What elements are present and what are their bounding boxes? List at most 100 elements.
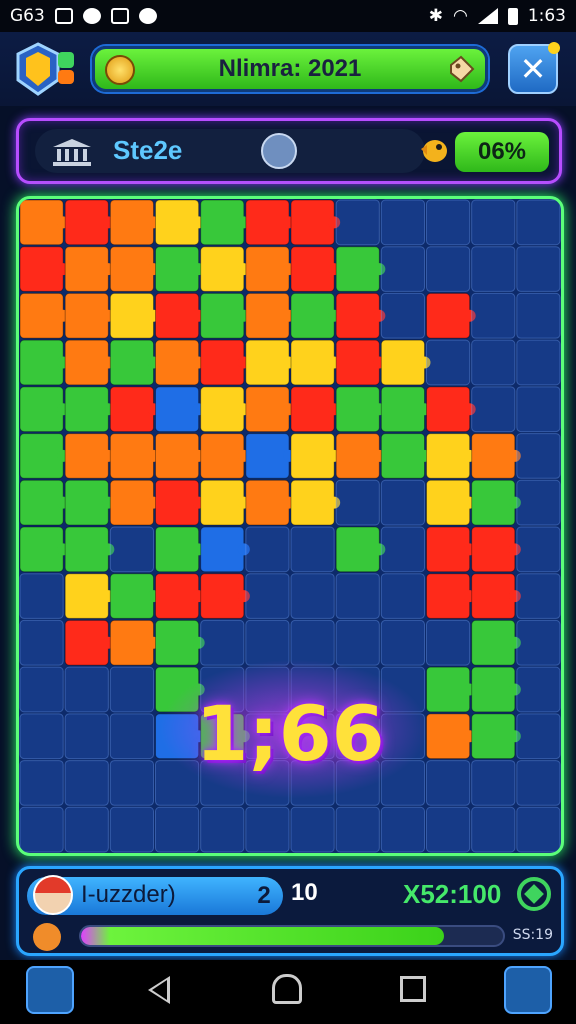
puzzle-piece[interactable]	[380, 386, 426, 433]
puzzle-piece[interactable]	[200, 479, 245, 526]
puzzle-piece[interactable]	[155, 479, 200, 526]
puzzle-piece[interactable]	[155, 573, 200, 619]
refresh-icon[interactable]	[517, 877, 551, 911]
puzzle-piece[interactable]	[380, 433, 426, 479]
empty-slot[interactable]	[200, 806, 245, 853]
empty-slot[interactable]	[516, 246, 561, 292]
puzzle-piece[interactable]	[335, 246, 380, 292]
puzzle-piece[interactable]	[200, 199, 245, 246]
empty-slot[interactable]	[380, 526, 426, 573]
puzzle-piece[interactable]	[64, 386, 109, 433]
puzzle-piece[interactable]	[155, 619, 200, 666]
empty-slot[interactable]	[155, 806, 200, 853]
puzzle-piece[interactable]	[155, 199, 200, 246]
empty-slot[interactable]	[19, 619, 64, 666]
empty-slot[interactable]	[426, 619, 471, 666]
tag-icon[interactable]	[447, 55, 475, 83]
puzzle-piece[interactable]	[109, 339, 155, 386]
puzzle-piece[interactable]	[245, 339, 290, 386]
puzzle-piece[interactable]	[155, 433, 200, 479]
puzzle-piece[interactable]	[64, 339, 109, 386]
empty-slot[interactable]	[516, 573, 561, 619]
puzzle-piece[interactable]	[109, 199, 155, 246]
puzzle-piece[interactable]	[200, 386, 245, 433]
empty-slot[interactable]	[516, 619, 561, 666]
puzzle-piece[interactable]	[290, 199, 335, 246]
puzzle-piece[interactable]	[471, 433, 516, 479]
puzzle-piece[interactable]	[19, 246, 64, 292]
empty-slot[interactable]	[290, 806, 335, 853]
empty-slot[interactable]	[200, 619, 245, 666]
empty-slot[interactable]	[471, 246, 516, 292]
puzzle-piece[interactable]	[155, 292, 200, 339]
puzzle-piece[interactable]	[245, 292, 290, 339]
empty-slot[interactable]	[516, 199, 561, 246]
puzzle-piece[interactable]	[19, 292, 64, 339]
empty-slot[interactable]	[335, 806, 380, 853]
puzzle-piece[interactable]	[200, 292, 245, 339]
recent-apps-icon[interactable]	[400, 976, 426, 1002]
empty-slot[interactable]	[380, 199, 426, 246]
puzzle-piece[interactable]	[290, 479, 335, 526]
empty-slot[interactable]	[471, 292, 516, 339]
puzzle-piece[interactable]	[109, 246, 155, 292]
puzzle-piece[interactable]	[335, 339, 380, 386]
empty-slot[interactable]	[335, 573, 380, 619]
puzzle-piece[interactable]	[471, 479, 516, 526]
puzzle-piece[interactable]	[200, 433, 245, 479]
puzzle-piece[interactable]	[109, 386, 155, 433]
empty-slot[interactable]	[471, 386, 516, 433]
empty-slot[interactable]	[109, 526, 155, 573]
menu-button[interactable]	[26, 966, 74, 1014]
back-icon[interactable]	[148, 976, 170, 1004]
empty-slot[interactable]	[245, 573, 290, 619]
empty-slot[interactable]	[335, 619, 380, 666]
empty-slot[interactable]	[64, 806, 109, 853]
puzzle-piece[interactable]	[19, 386, 64, 433]
puzzle-piece[interactable]	[155, 526, 200, 573]
empty-slot[interactable]	[471, 806, 516, 853]
puzzle-piece[interactable]	[64, 573, 109, 619]
puzzle-piece[interactable]	[290, 339, 335, 386]
empty-slot[interactable]	[426, 339, 471, 386]
puzzle-piece[interactable]	[335, 292, 380, 339]
puzzle-piece[interactable]	[155, 386, 200, 433]
puzzle-piece[interactable]	[426, 526, 471, 573]
puzzle-piece[interactable]	[155, 339, 200, 386]
puzzle-piece[interactable]	[245, 479, 290, 526]
empty-slot[interactable]	[380, 619, 426, 666]
puzzle-piece[interactable]	[19, 526, 64, 573]
puzzle-board[interactable]: 1;66	[16, 196, 564, 856]
empty-slot[interactable]	[19, 573, 64, 619]
puzzle-piece[interactable]	[200, 526, 245, 573]
close-button[interactable]: ✕	[508, 42, 560, 94]
puzzle-piece[interactable]	[290, 386, 335, 433]
puzzle-piece[interactable]	[19, 199, 64, 246]
empty-slot[interactable]	[426, 199, 471, 246]
puzzle-piece[interactable]	[109, 479, 155, 526]
puzzle-piece[interactable]	[19, 339, 64, 386]
puzzle-piece[interactable]	[426, 386, 471, 433]
puzzle-piece[interactable]	[155, 246, 200, 292]
puzzle-piece[interactable]	[109, 433, 155, 479]
puzzle-piece[interactable]	[335, 526, 380, 573]
puzzle-piece[interactable]	[64, 619, 109, 666]
empty-slot[interactable]	[380, 806, 426, 853]
puzzle-piece[interactable]	[426, 292, 471, 339]
puzzle-piece[interactable]	[64, 479, 109, 526]
empty-slot[interactable]	[335, 199, 380, 246]
puzzle-piece[interactable]	[64, 246, 109, 292]
puzzle-piece[interactable]	[290, 433, 335, 479]
puzzle-piece[interactable]	[19, 433, 64, 479]
empty-slot[interactable]	[290, 526, 335, 573]
puzzle-piece[interactable]	[426, 573, 471, 619]
puzzle-piece[interactable]	[380, 339, 426, 386]
empty-slot[interactable]	[516, 479, 561, 526]
puzzle-piece[interactable]	[109, 573, 155, 619]
empty-slot[interactable]	[471, 339, 516, 386]
empty-slot[interactable]	[516, 526, 561, 573]
empty-slot[interactable]	[516, 806, 561, 853]
empty-slot[interactable]	[471, 199, 516, 246]
puzzle-piece[interactable]	[64, 199, 109, 246]
empty-slot[interactable]	[245, 526, 290, 573]
